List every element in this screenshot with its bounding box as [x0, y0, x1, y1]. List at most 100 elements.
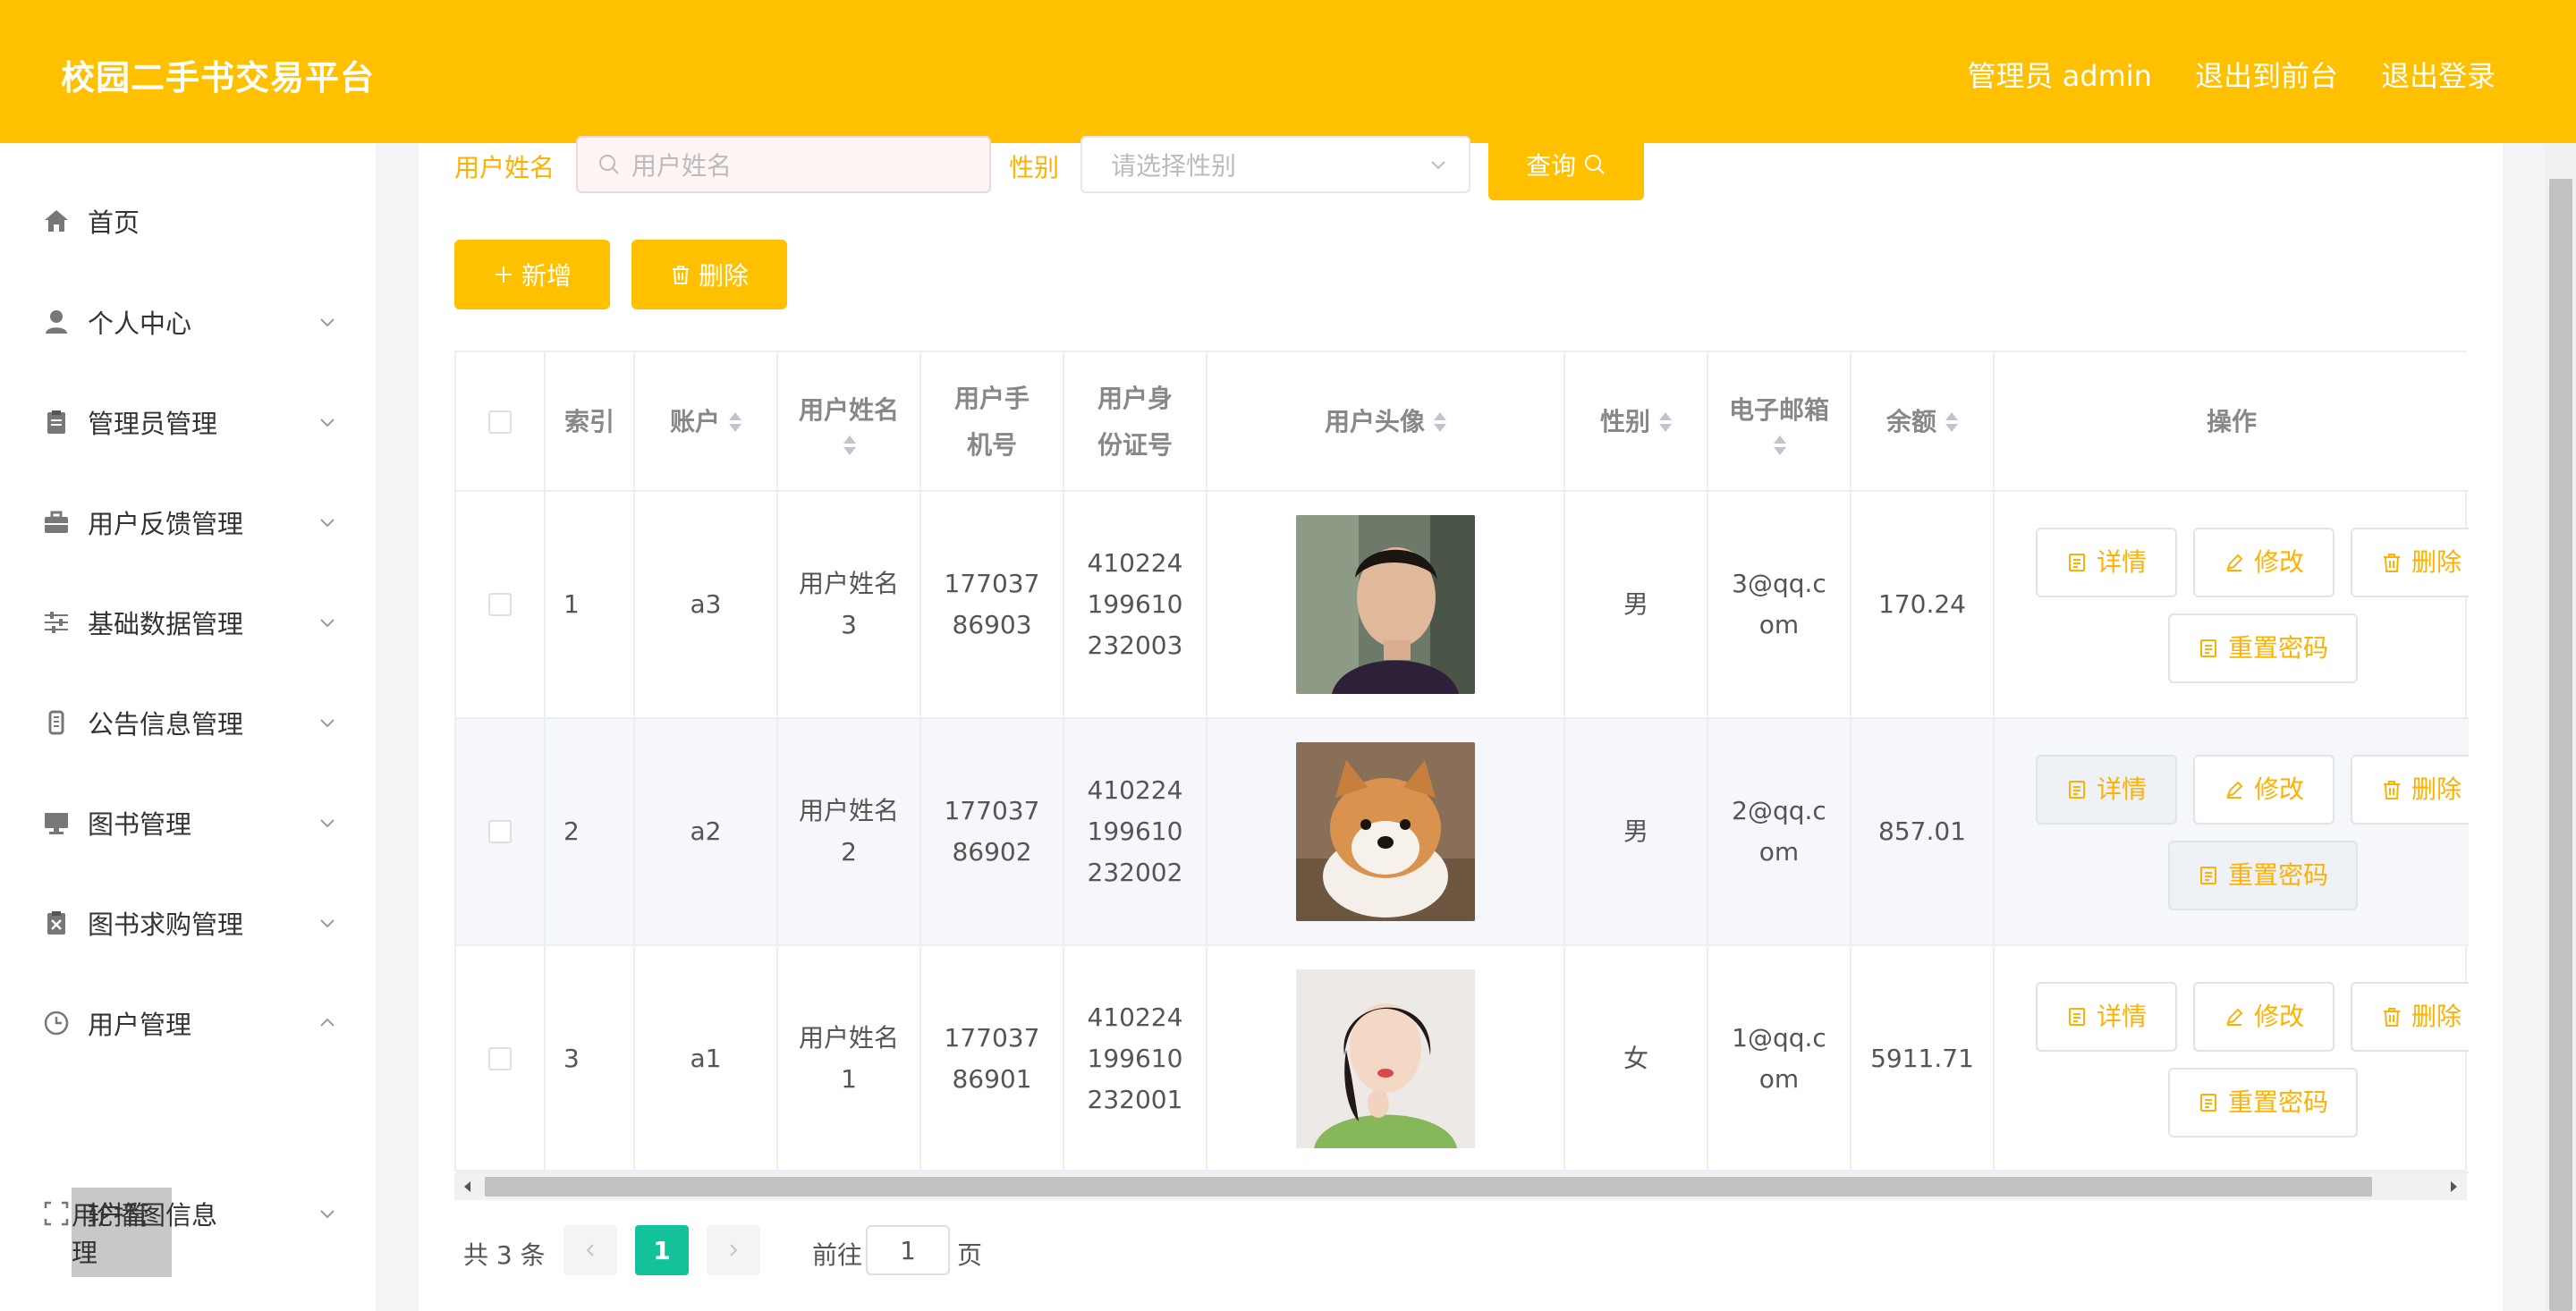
query-button[interactable]: 查询 [1488, 129, 1644, 200]
row-checkbox[interactable] [488, 820, 512, 843]
sidebar-item-notice-manage[interactable]: 公告信息管理 [0, 696, 376, 749]
edit-button[interactable]: 修改 [2193, 528, 2334, 597]
header-avatar[interactable]: 用户头像 [1208, 352, 1565, 492]
cell-phone: 17703786902 [921, 719, 1064, 944]
sort-icon[interactable] [1944, 410, 1958, 434]
cell-ops: 详情 修改 删除 重置密码 [1995, 719, 2469, 944]
back-to-front-link[interactable]: 退出到前台 [2195, 54, 2338, 95]
gender-select-placeholder: 请选择性别 [1111, 151, 1237, 181]
sort-icon[interactable] [1657, 410, 1672, 434]
cell-phone: 17703786903 [921, 492, 1064, 717]
header-index-label: 索引 [564, 407, 614, 436]
cell-idcard: 410224199610232003 [1064, 492, 1208, 717]
select-all-checkbox[interactable] [488, 410, 512, 434]
clipboard-icon [43, 409, 70, 436]
avatar[interactable] [1296, 969, 1475, 1148]
sort-icon[interactable] [1432, 410, 1446, 434]
gender-search-label: 性别 [1009, 153, 1060, 182]
chevron-down-icon [320, 719, 335, 728]
sidebar-item-label: 基础数据管理 [88, 609, 244, 639]
sidebar-item-book-manage[interactable]: 图书管理 [0, 796, 376, 850]
detail-button[interactable]: 详情 [2036, 982, 2177, 1052]
detail-button[interactable]: 详情 [2036, 528, 2177, 597]
edit-button[interactable]: 修改 [2193, 755, 2334, 825]
chevron-down-icon [320, 1210, 335, 1219]
header-balance[interactable]: 余额 [1852, 352, 1995, 492]
add-button-label: 新增 [521, 261, 572, 291]
header-name[interactable]: 用户姓名 [778, 352, 921, 492]
reset-password-button[interactable]: 重置密码 [2168, 1068, 2358, 1138]
header-gender[interactable]: 性别 [1565, 352, 1708, 492]
row-checkbox[interactable] [488, 1047, 512, 1070]
header-phone[interactable]: 用户手机号 [921, 352, 1064, 492]
document-icon [2199, 1094, 2216, 1112]
sidebar: 首页 个人中心 管理员管理 用户反馈管理 基础数据管理 公告信息管理 图书管理 … [0, 143, 376, 1311]
detail-button-label: 详情 [2096, 774, 2147, 804]
prev-page-button[interactable] [564, 1225, 617, 1275]
scrollbar-thumb[interactable] [2549, 179, 2572, 1311]
sidebar-item-user-manage[interactable]: 用户管理 [0, 996, 376, 1050]
sidebar-item-feedback-manage[interactable]: 用户反馈管理 [0, 495, 376, 549]
sort-icon[interactable] [727, 410, 741, 434]
header-balance-label: 余额 [1885, 407, 1936, 436]
page-vertical-scrollbar[interactable] [2546, 143, 2576, 1311]
scroll-left-arrow-icon[interactable] [462, 1180, 474, 1193]
header-idcard[interactable]: 用户身份证号 [1064, 352, 1208, 492]
user-table: 索引 账户 用户姓名 用户手机号 用户身份证号 用户头像 性别 电子邮箱 余额 … [454, 351, 2469, 1173]
row-select-cell [456, 719, 546, 944]
delete-button[interactable]: 删除 [2351, 755, 2469, 825]
clipboard-x-icon [43, 909, 70, 936]
add-button[interactable]: 新增 [454, 240, 610, 309]
document-icon [2068, 554, 2085, 571]
reset-password-button[interactable]: 重置密码 [2168, 613, 2358, 683]
name-search-input[interactable]: 用户姓名 [576, 136, 991, 193]
delete-button-label: 删除 [2411, 774, 2462, 804]
delete-button[interactable]: 删除 [2351, 982, 2469, 1052]
scroll-right-arrow-icon[interactable] [2447, 1180, 2460, 1193]
edit-button[interactable]: 修改 [2193, 982, 2334, 1052]
sidebar-item-personal-center[interactable]: 个人中心 [0, 295, 376, 349]
clock-icon [43, 1010, 70, 1036]
chevron-down-icon [320, 819, 335, 828]
header-email[interactable]: 电子邮箱 [1708, 352, 1852, 492]
detail-button-label: 详情 [2096, 1002, 2147, 1031]
cell-gender: 女 [1565, 946, 1708, 1171]
cell-balance: 857.01 [1852, 719, 1995, 944]
header-email-label: 电子邮箱 [1728, 395, 1829, 425]
avatar[interactable] [1296, 515, 1475, 694]
top-header: 校园二手书交易平台 管理员 admin 退出到前台 退出登录 [0, 0, 2576, 143]
sidebar-item-admin-manage[interactable]: 管理员管理 [0, 395, 376, 449]
monitor-icon [43, 809, 70, 836]
cell-phone: 17703786901 [921, 946, 1064, 1171]
avatar[interactable] [1296, 742, 1475, 921]
sidebar-item-home[interactable]: 首页 [0, 194, 376, 248]
logout-link[interactable]: 退出登录 [2381, 54, 2496, 95]
table-row: 1 a3 用户姓名3 17703786903 41022419961023200… [456, 492, 2469, 719]
header-account[interactable]: 账户 [635, 352, 778, 492]
sidebar-item-label: 公告信息管理 [88, 709, 244, 740]
sidebar-item-basic-data-manage[interactable]: 基础数据管理 [0, 596, 376, 649]
row-select-cell [456, 946, 546, 1171]
document-icon [2199, 867, 2216, 884]
goto-page-input[interactable]: 1 [866, 1225, 950, 1275]
sidebar-item-book-request-manage[interactable]: 图书求购管理 [0, 896, 376, 950]
reset-password-label: 重置密码 [2227, 633, 2328, 663]
page-number-button[interactable]: 1 [635, 1225, 689, 1275]
page-suffix-label: 页 [957, 1240, 983, 1270]
row-checkbox[interactable] [488, 593, 512, 616]
sidebar-item-label: 用户反馈管理 [88, 509, 244, 539]
sort-icon[interactable] [1772, 434, 1786, 457]
reset-password-button[interactable]: 重置密码 [2168, 841, 2358, 910]
sidebar-item-carousel-info[interactable]: 轮播图信息 [0, 1187, 376, 1240]
row-select-cell [456, 492, 546, 717]
scrollbar-thumb[interactable] [485, 1177, 2372, 1197]
sort-icon[interactable] [842, 434, 856, 457]
next-page-button[interactable] [707, 1225, 760, 1275]
gender-select[interactable]: 请选择性别 [1080, 136, 1470, 193]
delete-button[interactable]: 删除 [2351, 528, 2469, 597]
table-horizontal-scrollbar[interactable] [454, 1173, 2467, 1200]
cell-email: 2@qq.com [1708, 719, 1852, 944]
detail-button[interactable]: 详情 [2036, 755, 2177, 825]
edit-button-label: 修改 [2253, 547, 2304, 577]
batch-delete-button[interactable]: 删除 [631, 240, 787, 309]
